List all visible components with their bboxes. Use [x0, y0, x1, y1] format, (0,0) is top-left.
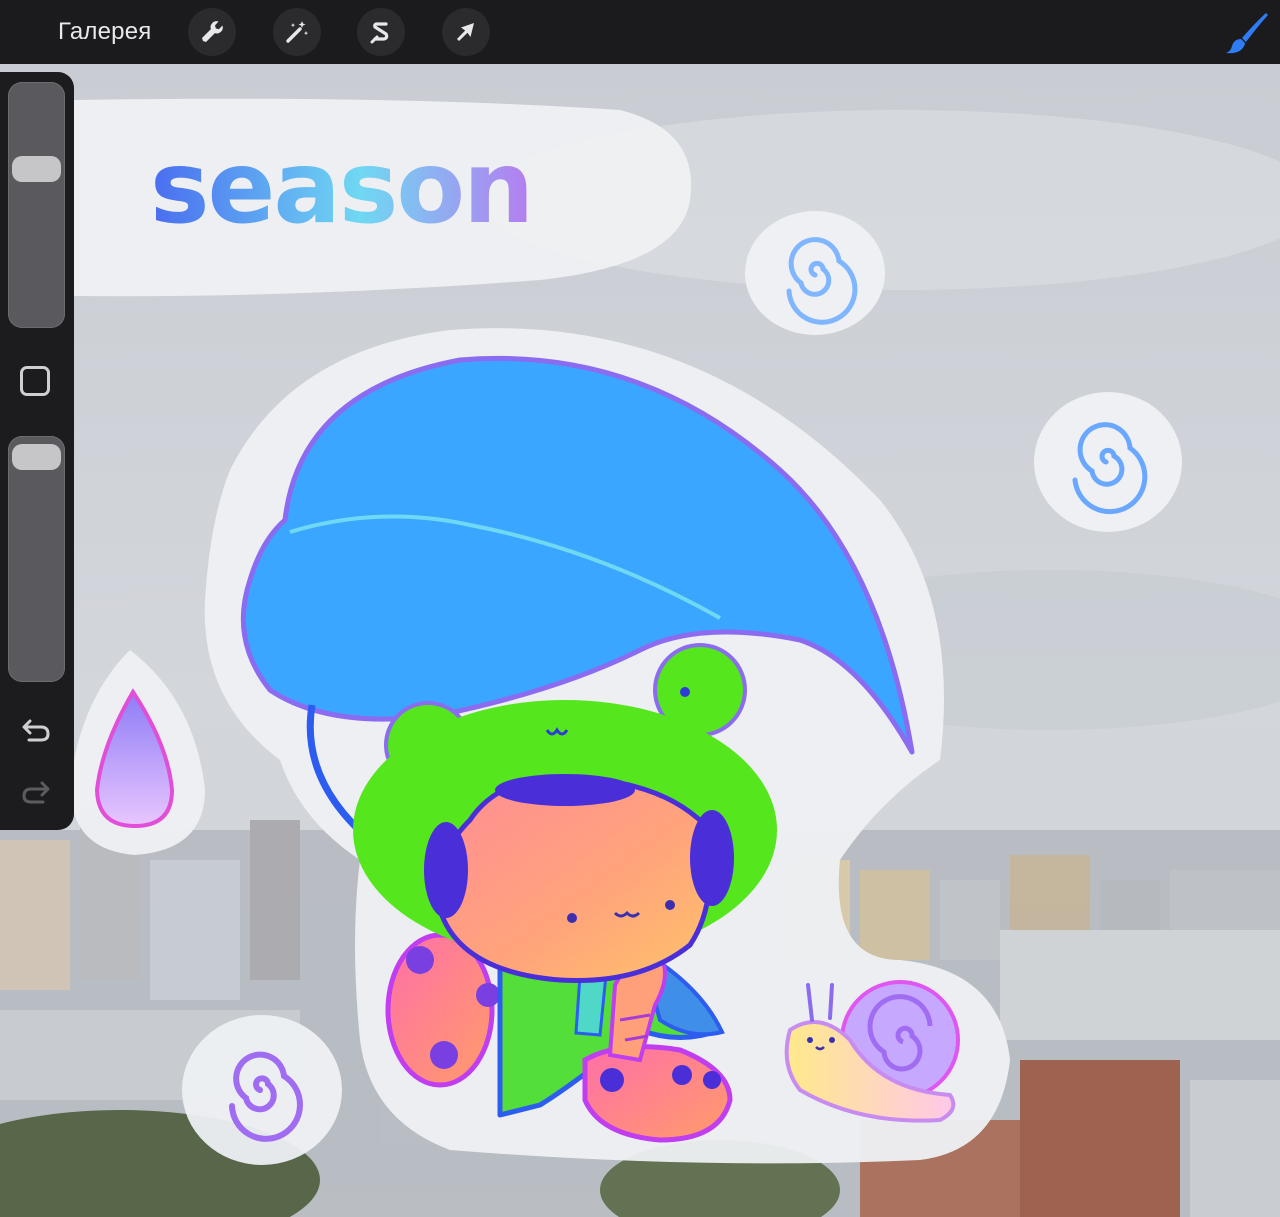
- actions-button[interactable]: [188, 8, 236, 56]
- gallery-button[interactable]: Галерея: [58, 18, 151, 46]
- swirl-sticker-2: [1034, 392, 1182, 532]
- brush-size-handle[interactable]: [12, 155, 61, 182]
- drawing-canvas[interactable]: season: [0, 64, 1280, 1217]
- opacity-slider[interactable]: [8, 436, 65, 682]
- arrow-cursor-icon: [457, 23, 474, 41]
- wrench-icon: [202, 21, 223, 42]
- artwork: season: [0, 64, 1280, 1217]
- opacity-handle[interactable]: [12, 444, 61, 471]
- brush-size-slider[interactable]: [8, 82, 65, 328]
- selection-s-icon: [370, 22, 389, 44]
- transform-button[interactable]: [442, 8, 490, 56]
- square-modifier-button[interactable]: [20, 366, 50, 396]
- season-lettering: season: [150, 129, 532, 246]
- redo-button[interactable]: [19, 774, 53, 808]
- magic-wand-icon: [286, 21, 309, 43]
- brush-tool-button[interactable]: [1222, 10, 1270, 56]
- swirl-sticker-1: [745, 211, 885, 335]
- selection-button[interactable]: [357, 8, 405, 56]
- top-toolbar: Галерея: [0, 0, 1280, 64]
- swirl-sticker-3: [182, 1015, 342, 1165]
- redo-icon: [22, 781, 50, 804]
- undo-button[interactable]: [19, 712, 53, 746]
- undo-icon: [22, 719, 50, 742]
- left-sidebar: [0, 72, 74, 830]
- brush-icon: [1226, 13, 1268, 54]
- adjustments-button[interactable]: [273, 8, 321, 56]
